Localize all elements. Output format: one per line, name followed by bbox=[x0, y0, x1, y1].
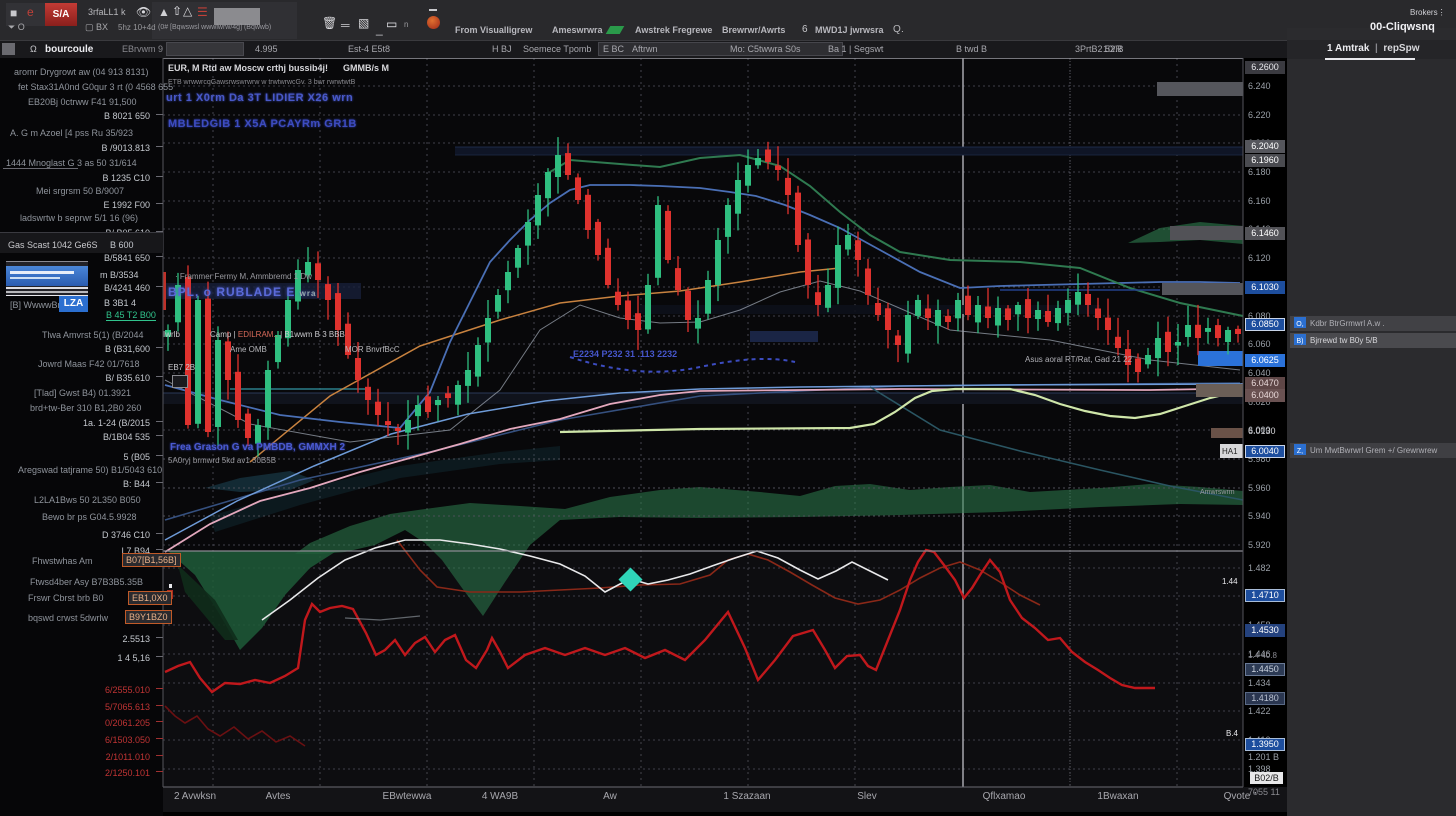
svg-text:HA1: HA1 bbox=[1222, 447, 1238, 456]
